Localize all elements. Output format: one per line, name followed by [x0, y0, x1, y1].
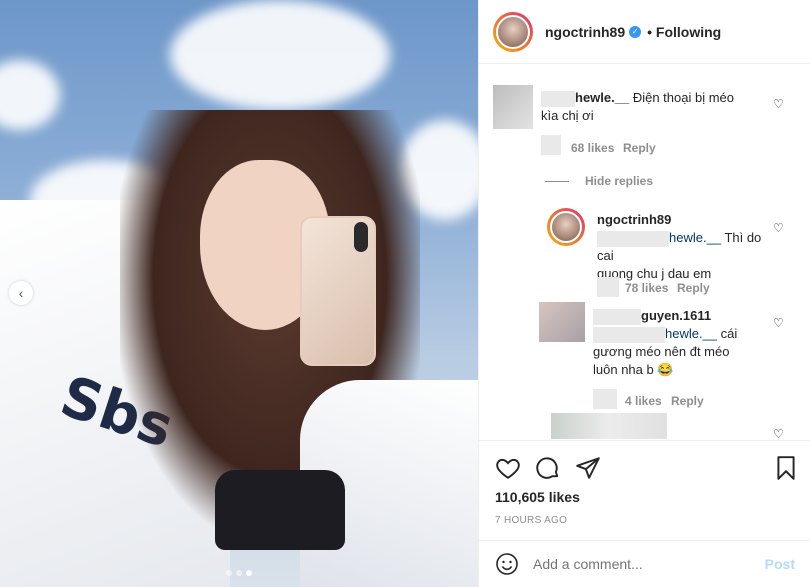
blurred-box [597, 277, 619, 297]
comment-username[interactable]: hewle.__ [575, 90, 629, 105]
comment-input[interactable] [533, 556, 765, 572]
post-time[interactable]: 7 HOURS AGO [495, 515, 567, 526]
reply-button[interactable]: Reply [623, 141, 656, 155]
comments-list: hewle.__ Điện thoại bị méo kìa chị ơi ♡ … [479, 65, 810, 440]
heart-icon[interactable]: ♡ [773, 97, 785, 111]
blurred-text [593, 308, 641, 325]
heart-icon[interactable]: ♡ [773, 221, 785, 235]
comment-body: hewle.__ Điện thoại bị méo kìa chị ơi [541, 89, 771, 125]
avatar[interactable] [493, 11, 533, 52]
avatar-image [496, 14, 530, 49]
blurred-text [597, 230, 669, 247]
divider-line [545, 181, 569, 182]
heart-icon[interactable]: ♡ [773, 427, 785, 440]
verified-icon: ✓ [629, 25, 642, 38]
carousel-dot [236, 570, 242, 576]
bookmark-icon[interactable] [773, 455, 799, 481]
reply-likes[interactable]: 4 likes [625, 394, 662, 408]
mention-link[interactable]: hewle.__ [669, 230, 721, 245]
blurred-text [593, 326, 665, 343]
reply-username[interactable]: ngoctrinh89 [597, 212, 671, 227]
reply-body: guyen.1611 hewle.__ cái gương méo nên đt… [593, 307, 773, 379]
comment-text: Điện thoại bị méo [632, 90, 734, 105]
phone-camera [354, 222, 368, 252]
reply-text: gương méo nên đt méo [593, 344, 730, 359]
reply-avatar[interactable] [547, 208, 585, 246]
follow-status[interactable]: • Following [647, 24, 721, 40]
comment-composer: Post [479, 540, 810, 587]
heart-icon[interactable] [495, 455, 521, 481]
reply-text: luôn nha b 😂 [593, 362, 674, 377]
avatar-image [550, 211, 582, 243]
mention-link[interactable]: hewle.__ [665, 326, 717, 341]
chevron-left-icon[interactable]: ‹ [9, 281, 33, 305]
reply-button[interactable]: Reply [671, 394, 704, 408]
comment-likes[interactable]: 68 likes [571, 141, 614, 155]
comment-text: kìa chị ơi [541, 108, 594, 123]
post-header: ngoctrinh89 ✓ • Following [479, 0, 810, 64]
instagram-post: Sbs ‹ ngoctrinh89 ✓ • Following hewle.__… [0, 0, 810, 587]
cloud [170, 0, 390, 110]
blurred-text [541, 90, 575, 107]
reply-body: ngoctrinh89 hewle.__ Thì do cai guong ch… [597, 211, 777, 283]
carousel-dots [226, 570, 252, 576]
emoji-icon[interactable] [495, 552, 519, 576]
reply-text: cái [720, 326, 738, 341]
username[interactable]: ngoctrinh89 [545, 24, 625, 40]
commenter-avatar[interactable] [493, 85, 533, 129]
post-panel: ngoctrinh89 ✓ • Following hewle.__ Điện … [478, 0, 810, 587]
reply-likes[interactable]: 78 likes [625, 281, 668, 295]
carousel-dot-active [246, 570, 252, 576]
blurred-box [593, 389, 617, 409]
cloud [0, 60, 60, 130]
likes-count[interactable]: 110,605 likes [495, 489, 580, 505]
hide-replies-button[interactable]: Hide replies [585, 174, 653, 188]
action-bar: 110,605 likes 7 HOURS AGO [479, 440, 810, 540]
reply-avatar[interactable] [539, 302, 585, 342]
blurred-comment [551, 413, 667, 439]
carousel-dot [226, 570, 232, 576]
comment-icon[interactable] [535, 455, 561, 481]
blurred-box [541, 135, 561, 155]
post-photo[interactable]: Sbs ‹ [0, 0, 478, 587]
reply-username[interactable]: guyen.1611 [641, 308, 711, 323]
top [215, 470, 345, 550]
share-icon[interactable] [575, 455, 601, 481]
reply-button[interactable]: Reply [677, 281, 710, 295]
post-button[interactable]: Post [765, 556, 795, 572]
heart-icon[interactable]: ♡ [773, 316, 785, 330]
